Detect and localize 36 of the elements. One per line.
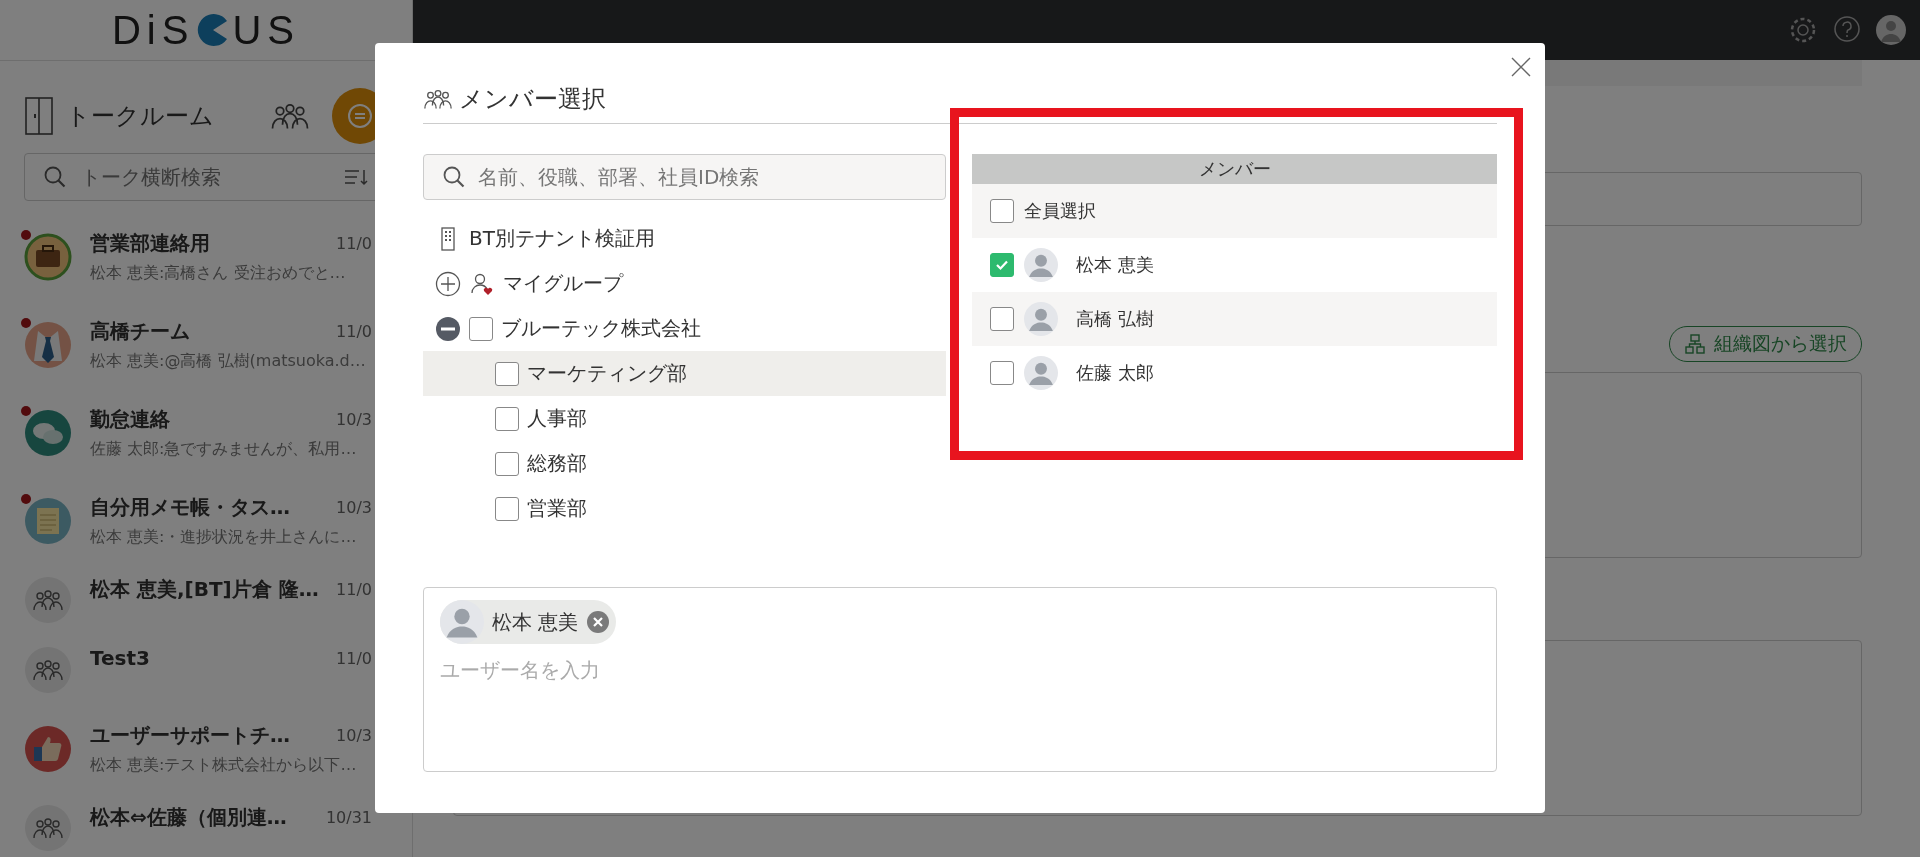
- room-name: ユーザーサポートチ…: [90, 722, 291, 749]
- room-date: 11/0: [336, 580, 372, 599]
- member-name: 高橋 弘樹: [1076, 307, 1154, 331]
- room-date: 10/3: [336, 498, 372, 517]
- room-date: 10/3: [336, 410, 372, 429]
- room-name: 勤怠連絡: [90, 406, 171, 433]
- room-date: 11/0: [336, 234, 372, 253]
- sidebar-title: トークルーム: [66, 101, 215, 132]
- members-header: メンバー: [972, 154, 1497, 184]
- room-name: 自分用メモ帳・タス…: [90, 494, 291, 521]
- room-date: 10/31: [325, 808, 372, 827]
- department-label: 営業部: [527, 495, 587, 522]
- tree-label: ブルーテック株式会社: [501, 315, 701, 342]
- chip-name: 松本 恵美: [492, 608, 579, 636]
- dialog-title: メンバー選択: [459, 84, 606, 115]
- room-name: 高橋チーム: [90, 318, 191, 345]
- department-label: 総務部: [527, 450, 587, 477]
- department-label: マーケティング部: [527, 360, 687, 387]
- room-date: 10/3: [336, 726, 372, 745]
- room-preview: 松本 恵美:・進捗状況を井上さんに…: [90, 527, 358, 548]
- room-name: Test3: [90, 646, 151, 670]
- room-date: 11/0: [336, 648, 372, 668]
- room-date: 11/0: [336, 322, 372, 341]
- room-preview: 松本 恵美:テスト株式会社から以下…: [90, 755, 358, 776]
- room-name: 松本⇔佐藤（個別連…: [90, 804, 288, 831]
- room-preview: 松本 恵美:高橋さん 受注おめでと…: [90, 263, 347, 284]
- select-all-label: 全員選択: [1024, 199, 1096, 223]
- room-preview: 佐藤 太郎:急ですみませんが、私用…: [90, 439, 358, 460]
- member-name: 佐藤 太郎: [1076, 361, 1154, 385]
- department-label: 人事部: [527, 405, 587, 432]
- member-name: 松本 恵美: [1076, 253, 1154, 277]
- room-name: 松本 恵美,[BT]片倉 隆…: [90, 576, 320, 603]
- room-preview: 松本 恵美:@高橋 弘樹(matsuoka.d…: [90, 351, 367, 372]
- tree-label: マイグループ: [503, 270, 623, 297]
- tree-label: BT別テナント検証用: [469, 225, 655, 252]
- room-name: 営業部連絡用: [90, 230, 211, 257]
